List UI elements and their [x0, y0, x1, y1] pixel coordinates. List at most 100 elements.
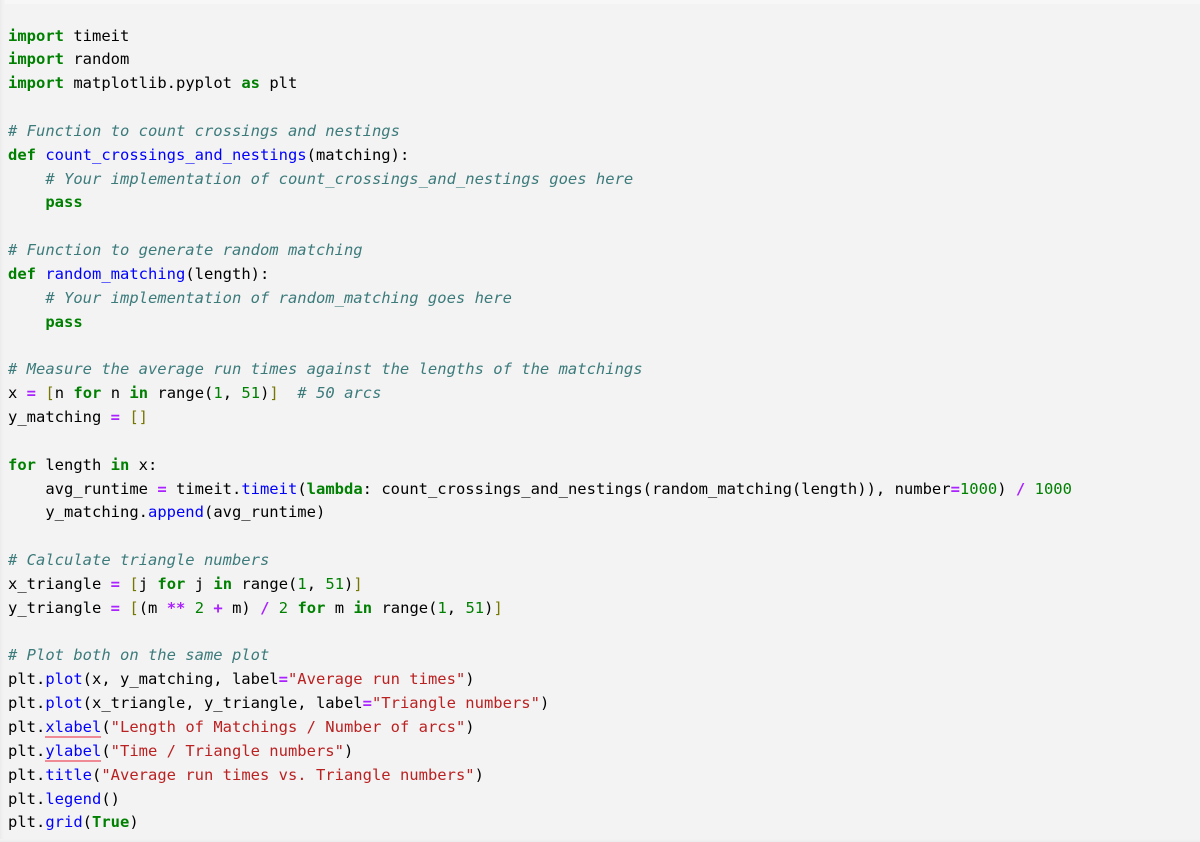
operator-plus: + [213, 598, 223, 617]
code-line: plt.show() [8, 835, 1200, 842]
variable: n [101, 384, 130, 403]
code-line: y_matching = [] [8, 406, 1200, 430]
code-line: x_triangle = [j for j in range(1, 51)] [8, 573, 1200, 597]
code-line: y_matching.append(avg_runtime) [8, 501, 1200, 525]
params: (matching): [306, 145, 410, 164]
parens: () [101, 789, 120, 808]
method-name-ylabel-misspelled: ylabel [45, 741, 102, 762]
number: 2 [194, 598, 205, 617]
code-line: def count_crossings_and_nestings(matchin… [8, 144, 1200, 168]
comment: # Your implementation of count_crossings… [45, 169, 634, 188]
comma: , [446, 598, 466, 617]
keyword-def: def [8, 145, 36, 164]
method-name: plot [45, 694, 83, 713]
variable: y_triangle [8, 598, 111, 617]
paren-close: ) [344, 574, 354, 593]
code-line: import matplotlib.pyplot as plt [8, 72, 1200, 96]
keyword-in: in [110, 455, 130, 474]
operator-assign: = [950, 479, 960, 498]
variable: m [325, 598, 354, 617]
bracket-open: [ [129, 574, 139, 593]
operator-power: ** [166, 598, 186, 617]
builtin-range: range( [148, 384, 214, 403]
builtin-range: range( [372, 598, 438, 617]
comment: # Calculate triangle numbers [8, 551, 270, 570]
code-line: plt.title("Average run times vs. Triangl… [8, 764, 1200, 788]
keyword-pass: pass [45, 193, 83, 212]
code-line: # Function to count crossings and nestin… [8, 120, 1200, 144]
method-name: legend [45, 789, 102, 808]
module-name: matplotlib.pyplot [73, 74, 232, 93]
keyword-lambda: lambda [306, 479, 363, 498]
variable: y_matching [8, 408, 111, 426]
operator-assign: = [362, 694, 372, 713]
code-editor-viewport: import timeit import random import matplot… [0, 0, 1200, 842]
code-line: y_triangle = [(m ** 2 + m) / 2 for m in … [8, 597, 1200, 621]
paren-close: ) [465, 670, 475, 689]
paren-open: ( [101, 741, 111, 760]
bracket-open: [ [45, 384, 55, 403]
object-name: plt. [8, 670, 46, 689]
params: (length): [185, 264, 270, 283]
keyword-in: in [213, 574, 233, 593]
keyword-true: True [92, 813, 130, 832]
keyword-for: for [297, 598, 326, 617]
method-name-xlabel-misspelled: xlabel [45, 717, 102, 738]
paren-open: ( [297, 479, 307, 498]
top-edge-highlight [0, 0, 1200, 4]
code-line: # Your implementation of count_crossings… [8, 168, 1200, 192]
code-line: def random_matching(length): [8, 263, 1200, 287]
keyword-in: in [353, 598, 373, 617]
number: 1 [213, 384, 223, 403]
string-literal: "Time / Triangle numbers" [110, 741, 344, 760]
builtin-range: range( [232, 574, 298, 593]
paren-open: (m [138, 598, 167, 617]
number: 51 [241, 384, 261, 403]
code-line: pass [8, 191, 1200, 215]
code-line: pass [8, 311, 1200, 335]
method-name: plot [45, 670, 83, 689]
paren-open: ( [92, 765, 102, 784]
method-name: show [45, 837, 82, 842]
object-name: plt. [8, 789, 46, 808]
iterable: x: [129, 455, 158, 474]
string-literal: "Average run times vs. Triangle numbers" [101, 765, 475, 784]
paren-close: ) [539, 694, 550, 713]
python-source-code[interactable]: import timeit import random import matplot… [0, 16, 1200, 842]
function-name: random_matching [45, 264, 186, 283]
object-name: plt. [8, 765, 46, 784]
operator-divide: / [1015, 479, 1026, 498]
keyword-for: for [157, 574, 186, 593]
comment: # Your implementation of random_matching… [45, 288, 512, 307]
paren-close: ) [129, 813, 139, 832]
method-name: grid [45, 813, 83, 832]
code-line: # Plot both on the same plot [8, 644, 1200, 668]
number: 1 [297, 574, 307, 593]
variable: x_triangle [8, 574, 111, 593]
string-literal: "Triangle numbers" [371, 694, 540, 713]
code-line: x = [n for n in range(1, 51)] # 50 arcs [8, 382, 1200, 406]
code-line: plt.xlabel("Length of Matchings / Number… [8, 716, 1200, 740]
variable: x [8, 384, 27, 403]
code-line: import random [8, 48, 1200, 72]
bracket-open: [ [129, 598, 139, 617]
object-name: y_matching. [45, 503, 148, 522]
code-line: # Your implementation of random_matching… [8, 287, 1200, 311]
